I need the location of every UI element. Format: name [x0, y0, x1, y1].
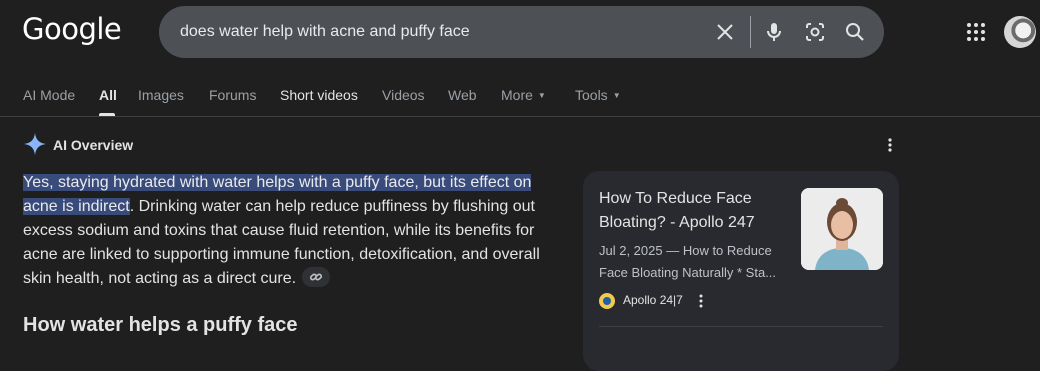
search-tabs: AI Mode All Images Forums Short videos V… — [0, 74, 1040, 116]
caret-down-icon: ▼ — [612, 91, 621, 100]
search-box[interactable]: does water help with acne and puffy face — [159, 6, 884, 58]
source-link-button[interactable] — [302, 267, 331, 287]
search-icon[interactable] — [843, 20, 867, 44]
section-heading: How water helps a puffy face — [23, 314, 298, 336]
source-card[interactable]: How To Reduce Face Bloating? - Apollo 24… — [583, 171, 899, 371]
tab-ai-mode[interactable]: AI Mode — [23, 87, 75, 103]
account-avatar[interactable] — [1004, 16, 1036, 48]
ai-overview-label: AI Overview — [53, 137, 134, 153]
portrait-image — [801, 188, 883, 270]
lens-icon[interactable] — [803, 20, 827, 44]
tab-tools-label: Tools — [575, 87, 608, 103]
mic-icon[interactable] — [762, 20, 786, 44]
caret-down-icon: ▼ — [537, 91, 546, 100]
google-logo[interactable]: Google — [22, 12, 122, 46]
tab-videos[interactable]: Videos — [382, 87, 425, 103]
apps-grid-icon[interactable] — [964, 20, 988, 44]
link-icon — [309, 273, 323, 281]
tab-more-label: More — [501, 87, 533, 103]
source-more-icon[interactable] — [693, 292, 709, 310]
source-card-thumbnail[interactable] — [801, 188, 883, 270]
sparkle-icon — [24, 133, 46, 155]
search-divider — [750, 16, 751, 48]
card-divider — [599, 326, 883, 327]
tab-tools[interactable]: Tools ▼ — [575, 87, 621, 103]
source-name[interactable]: Apollo 24|7 — [623, 293, 683, 307]
tab-images[interactable]: Images — [138, 87, 184, 103]
close-icon[interactable] — [713, 20, 737, 44]
source-card-snippet: Jul 2, 2025 — How to Reduce Face Bloatin… — [599, 243, 777, 280]
search-input[interactable]: does water help with acne and puffy face — [180, 23, 470, 41]
tab-web[interactable]: Web — [448, 87, 477, 103]
apollo-favicon-icon — [599, 293, 615, 309]
tab-short-videos[interactable]: Short videos — [280, 87, 358, 103]
ai-overview-text: Yes, staying hydrated with water helps w… — [23, 171, 548, 291]
source-card-title[interactable]: How To Reduce Face Bloating? - Apollo 24… — [599, 187, 789, 235]
tab-forums[interactable]: Forums — [209, 87, 256, 103]
tab-all[interactable]: All — [99, 87, 117, 103]
tabs-divider — [0, 116, 1040, 117]
more-options-icon[interactable] — [880, 136, 900, 154]
tab-more[interactable]: More ▼ — [501, 87, 546, 103]
